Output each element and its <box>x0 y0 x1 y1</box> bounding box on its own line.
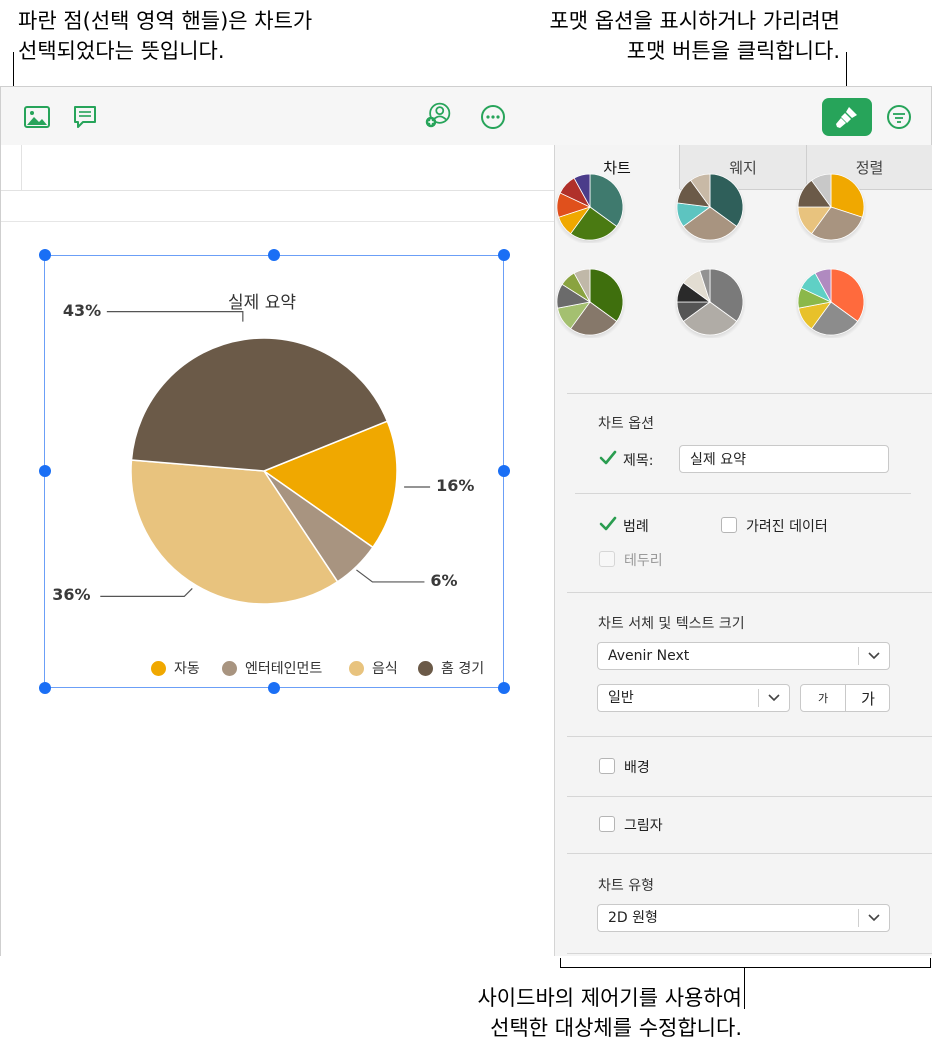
callout-line: 선택되었다는 뜻입니다. <box>18 39 225 63</box>
format-brush-icon <box>836 107 857 128</box>
format-sidebar: 차트 웨지 정렬 차트 옵션 제목: 실제 요약 범례 가려진 데이터 테두리 … <box>554 145 932 956</box>
percent-label-2: 36% <box>52 585 91 605</box>
chart-style-5[interactable] <box>674 266 746 338</box>
chart-style-3[interactable] <box>795 171 867 243</box>
chart-style-6[interactable] <box>795 266 867 338</box>
media-icon[interactable] <box>23 103 51 131</box>
callout-selection-handles: 파란 점(선택 영역 핸들)은 차트가 선택되었다는 뜻입니다. <box>18 6 398 66</box>
hidden-data-checkbox[interactable] <box>721 517 737 533</box>
legend-item-1: 엔터테인먼트 <box>222 658 322 678</box>
legend-label-0: 자동 <box>174 661 200 677</box>
font-weight-value: 일반 <box>608 690 634 706</box>
comment-icon[interactable] <box>71 103 99 131</box>
selection-handle-bottom-center[interactable] <box>268 682 280 694</box>
selection-handle-top-center[interactable] <box>268 249 280 261</box>
legend-checkbox-label: 범례 <box>623 519 649 535</box>
chart-type-title: 차트 유형 <box>598 878 654 894</box>
divider <box>567 736 932 737</box>
more-icon[interactable] <box>479 103 507 131</box>
leader-line-1 <box>356 569 425 583</box>
chart-type-select[interactable]: 2D 원형 <box>597 904 890 932</box>
divider <box>575 493 911 494</box>
selection-handle-top-right[interactable] <box>498 249 510 261</box>
legend-swatch-1 <box>222 660 237 676</box>
callout-line: 파란 점(선택 영역 핸들)은 차트가 <box>18 9 313 33</box>
chevron-down-icon <box>868 652 880 660</box>
shadow-checkbox-label: 그림자 <box>624 818 663 834</box>
border-checkbox[interactable] <box>599 551 615 567</box>
callout-bracket-right-tick <box>930 958 931 968</box>
font-section-title: 차트 서체 및 텍스트 크기 <box>598 616 745 632</box>
app-window: 실제 요약 16% 6% 36% 43% 자동 엔터테인먼트 음식 홈 경기 차트 웨지 정… <box>0 86 932 956</box>
callout-bracket-bottom <box>560 967 931 968</box>
leader-line-2 <box>100 587 193 597</box>
font-select[interactable]: Avenir Next <box>597 642 890 670</box>
legend-swatch-2 <box>349 660 364 676</box>
callout-bracket-left-tick <box>560 958 561 968</box>
toolbar <box>1 87 931 146</box>
selection-handle-top-left[interactable] <box>39 249 51 261</box>
legend-item-2: 음식 <box>349 658 398 678</box>
select-divider <box>858 909 859 927</box>
divider <box>567 853 932 854</box>
pie-chart <box>100 310 431 605</box>
legend-swatch-0 <box>151 660 166 676</box>
legend-label-1: 엔터테인먼트 <box>245 661 323 677</box>
title-checkbox[interactable] <box>599 450 617 466</box>
chart-options-title: 차트 옵션 <box>598 416 654 432</box>
percent-label-3: 43% <box>62 300 102 320</box>
increase-text-size-button[interactable]: 가 <box>846 685 890 711</box>
callout-line: 포맷 옵션을 표시하거나 가리려면 <box>549 9 840 33</box>
legend-checkbox[interactable] <box>599 516 617 532</box>
callout-line: 사이드바의 제어기를 사용하여 <box>477 986 742 1010</box>
selection-handle-bottom-left[interactable] <box>39 682 51 694</box>
callout-line: 포맷 버튼을 클릭합니다. <box>626 39 840 63</box>
divider <box>567 796 932 797</box>
legend-item-3: 홈 경기 <box>418 658 484 678</box>
background-checkbox-label: 배경 <box>624 760 650 776</box>
selection-handle-middle-right[interactable] <box>498 465 510 477</box>
selection-handle-bottom-right[interactable] <box>498 682 510 694</box>
chart-title-field[interactable]: 실제 요약 <box>679 445 889 473</box>
document-canvas[interactable]: 실제 요약 16% 6% 36% 43% 자동 엔터테인먼트 음식 홈 경기 <box>1 145 554 956</box>
font-weight-select[interactable]: 일반 <box>597 684 790 712</box>
divider <box>567 953 932 954</box>
legend-item-0: 자동 <box>151 658 200 678</box>
chart-style-1[interactable] <box>554 171 626 243</box>
divider <box>567 393 932 394</box>
font-select-value: Avenir Next <box>608 648 690 664</box>
decrease-text-size-button[interactable]: 가 <box>801 685 846 711</box>
background-checkbox[interactable] <box>599 758 615 774</box>
border-checkbox-label: 테두리 <box>624 553 663 569</box>
percent-label-0: 16% <box>436 475 475 495</box>
legend-label-2: 음식 <box>372 661 398 677</box>
selection-handle-middle-left[interactable] <box>39 465 51 477</box>
percent-label-1: 6% <box>430 570 458 590</box>
shadow-checkbox[interactable] <box>599 816 615 832</box>
text-size-control: 가 가 <box>800 684 890 712</box>
callout-line: 선택한 대상체를 수정합니다. <box>490 1016 742 1040</box>
hidden-data-label: 가려진 데이터 <box>746 519 828 535</box>
callout-leader-bottom <box>744 967 745 1009</box>
organize-icon[interactable] <box>885 103 913 131</box>
leader-line-3 <box>106 310 244 322</box>
chart-style-4[interactable] <box>554 266 626 338</box>
legend-swatch-3 <box>418 660 433 676</box>
collaborate-icon[interactable] <box>424 101 452 129</box>
format-button[interactable] <box>822 98 872 136</box>
title-checkbox-label: 제목: <box>623 453 654 469</box>
legend-label-3: 홈 경기 <box>441 661 485 677</box>
callout-sidebar: 사이드바의 제어기를 사용하여 선택한 대상체를 수정합니다. <box>380 983 742 1043</box>
chart-type-value: 2D 원형 <box>608 910 658 926</box>
select-divider <box>858 647 859 665</box>
chevron-down-icon <box>868 914 880 922</box>
select-divider <box>758 689 759 707</box>
callout-format-button: 포맷 옵션을 표시하거나 가리려면 포맷 버튼을 클릭합니다. <box>440 6 840 66</box>
chevron-down-icon <box>768 694 780 702</box>
chart-style-2[interactable] <box>674 171 746 243</box>
divider <box>567 592 932 593</box>
